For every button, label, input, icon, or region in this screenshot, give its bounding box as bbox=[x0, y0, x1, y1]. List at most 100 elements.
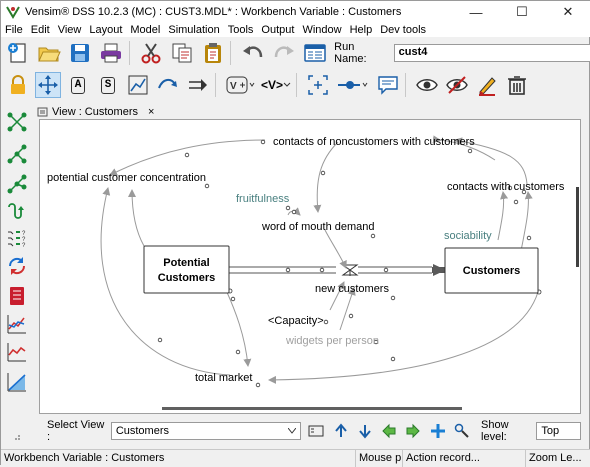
strip-graph-icon[interactable] bbox=[5, 312, 29, 336]
sketch-comment-icon[interactable] bbox=[375, 72, 401, 98]
svg-text:V: V bbox=[230, 81, 237, 92]
close-button[interactable]: ✕ bbox=[545, 1, 590, 23]
var-word-of-mouth-demand[interactable]: word of mouth demand bbox=[261, 221, 375, 233]
menu-window[interactable]: Window bbox=[298, 23, 345, 37]
arrow-tool-icon[interactable] bbox=[125, 72, 151, 98]
vertical-scrollbar[interactable] bbox=[576, 187, 579, 267]
copy-icon[interactable] bbox=[169, 39, 196, 67]
menu-output[interactable]: Output bbox=[257, 23, 298, 37]
lock-icon[interactable] bbox=[5, 72, 31, 98]
menu-bar: File Edit View Layout Model Simulation T… bbox=[1, 23, 590, 37]
menu-model[interactable]: Model bbox=[126, 23, 164, 37]
left-tool-panel: ??? bbox=[1, 104, 33, 449]
toolbar-separator bbox=[215, 73, 216, 97]
stock-customers-label: Customers bbox=[463, 265, 520, 277]
select-view-label: Select View : bbox=[47, 419, 105, 443]
paste-icon[interactable] bbox=[200, 39, 227, 67]
select-view-dropdown[interactable]: Customers bbox=[110, 422, 302, 440]
view-tab-close[interactable]: × bbox=[148, 106, 154, 118]
menu-dev-tools[interactable]: Dev tools bbox=[376, 23, 430, 37]
resize-grip bbox=[13, 432, 21, 440]
add-view-icon[interactable] bbox=[429, 421, 447, 441]
arrow-up-icon[interactable] bbox=[332, 421, 350, 441]
vensim-app-icon bbox=[6, 6, 20, 19]
toolbar-separator bbox=[230, 41, 232, 65]
sketch-canvas[interactable]: Potential Customers Customers contacts o… bbox=[39, 119, 581, 414]
view-properties-icon[interactable] bbox=[453, 421, 471, 441]
status-bar: Workbench Variable : Customers Mouse p..… bbox=[1, 449, 590, 467]
open-model-icon[interactable] bbox=[36, 39, 63, 67]
run-name-input[interactable]: cust4 bbox=[393, 44, 590, 62]
var-new-customers[interactable]: new customers bbox=[315, 283, 389, 295]
var-potential-customer-concentration[interactable]: potential customer concentration bbox=[47, 172, 206, 184]
menu-tools[interactable]: Tools bbox=[224, 23, 258, 37]
box-variable-tool-icon[interactable]: S bbox=[95, 72, 121, 98]
toolbar-separator bbox=[296, 73, 298, 97]
new-model-icon[interactable] bbox=[5, 39, 32, 67]
flow-tool-icon[interactable] bbox=[185, 72, 211, 98]
unhide-icon[interactable] bbox=[305, 72, 331, 98]
sensitivity-graph-icon[interactable] bbox=[5, 370, 29, 394]
stock-potential-label-1: Potential bbox=[163, 257, 209, 269]
undo-icon[interactable] bbox=[239, 39, 266, 67]
var-capacity-shadow[interactable]: <Capacity> bbox=[268, 315, 324, 327]
color-pencil-icon[interactable] bbox=[474, 72, 500, 98]
var-total-market[interactable]: total market bbox=[195, 372, 252, 384]
var-contacts-noncustomers[interactable]: contacts of noncustomers with customers bbox=[273, 136, 475, 148]
chevron-down-icon bbox=[288, 428, 297, 434]
menu-layout[interactable]: Layout bbox=[85, 23, 126, 37]
run-settings-icon[interactable] bbox=[301, 39, 328, 67]
minimize-button[interactable]: — bbox=[453, 1, 499, 23]
stock-customers[interactable]: Customers bbox=[444, 247, 539, 294]
toolbar-separator bbox=[128, 41, 130, 65]
reload-icon[interactable] bbox=[5, 254, 29, 278]
var-contacts-with-customers[interactable]: contacts with customers bbox=[447, 181, 565, 193]
print-icon[interactable] bbox=[98, 39, 125, 67]
view-list-icon[interactable] bbox=[307, 421, 325, 441]
move-icon[interactable] bbox=[35, 72, 61, 98]
toolbar-separator bbox=[405, 73, 407, 97]
document-tool-icon[interactable] bbox=[5, 200, 29, 224]
view-bottom-bar: Select View : Customers Show level: Top bbox=[39, 419, 581, 443]
show-level-input[interactable]: Top bbox=[536, 422, 581, 440]
shadow-variable-icon[interactable]: V bbox=[224, 72, 256, 98]
arrow-right-icon[interactable] bbox=[404, 421, 422, 441]
menu-file[interactable]: File bbox=[1, 23, 27, 37]
uses-tree-icon[interactable] bbox=[5, 142, 29, 166]
save-icon[interactable] bbox=[67, 39, 94, 67]
var-fruitfulness[interactable]: fruitfulness bbox=[236, 193, 290, 205]
show-icon[interactable] bbox=[414, 72, 440, 98]
stock-potential-customers[interactable]: Potential Customers bbox=[143, 245, 230, 294]
hide-icon[interactable] bbox=[444, 72, 470, 98]
box-variable-tool-label: S bbox=[100, 76, 116, 94]
delete-icon[interactable] bbox=[504, 72, 530, 98]
menu-help[interactable]: Help bbox=[346, 23, 377, 37]
variable-tool-icon[interactable]: A bbox=[65, 72, 91, 98]
maximize-button[interactable]: ☐ bbox=[499, 1, 545, 23]
var-sociability[interactable]: sociability bbox=[444, 230, 492, 242]
table-report-icon[interactable] bbox=[5, 284, 29, 308]
var-widgets-per-person[interactable]: widgets per person bbox=[285, 335, 379, 347]
view-tab[interactable]: View : Customers × bbox=[37, 104, 154, 120]
redo-icon[interactable] bbox=[270, 39, 297, 67]
horizontal-scrollbar[interactable] bbox=[162, 407, 462, 410]
graph-icon[interactable] bbox=[5, 340, 29, 364]
equations-tool-icon[interactable]: ??? bbox=[5, 226, 29, 250]
menu-simulation[interactable]: Simulation bbox=[164, 23, 223, 37]
menu-view[interactable]: View bbox=[54, 23, 86, 37]
causes-tree-icon[interactable] bbox=[5, 110, 29, 134]
arrow-down-icon[interactable] bbox=[356, 421, 374, 441]
flow-pipe bbox=[229, 264, 446, 276]
app-window: Vensim® DSS 10.2.3 (MC) : CUST3.MDL* : W… bbox=[0, 0, 590, 467]
window-title: Vensim® DSS 10.2.3 (MC) : CUST3.MDL* : W… bbox=[25, 6, 402, 18]
diagram-svg: Potential Customers Customers contacts o… bbox=[47, 135, 565, 388]
loops-tree-icon[interactable] bbox=[5, 172, 29, 196]
shadow-label: <V> bbox=[261, 78, 284, 92]
rate-tool-icon[interactable] bbox=[155, 72, 181, 98]
connector-slider-icon[interactable] bbox=[335, 72, 371, 98]
cut-icon[interactable] bbox=[138, 39, 165, 67]
status-zoom: Zoom Le... bbox=[529, 451, 582, 464]
arrow-left-icon[interactable] bbox=[380, 421, 398, 441]
menu-edit[interactable]: Edit bbox=[27, 23, 54, 37]
input-output-icon[interactable]: <V> bbox=[260, 72, 292, 98]
